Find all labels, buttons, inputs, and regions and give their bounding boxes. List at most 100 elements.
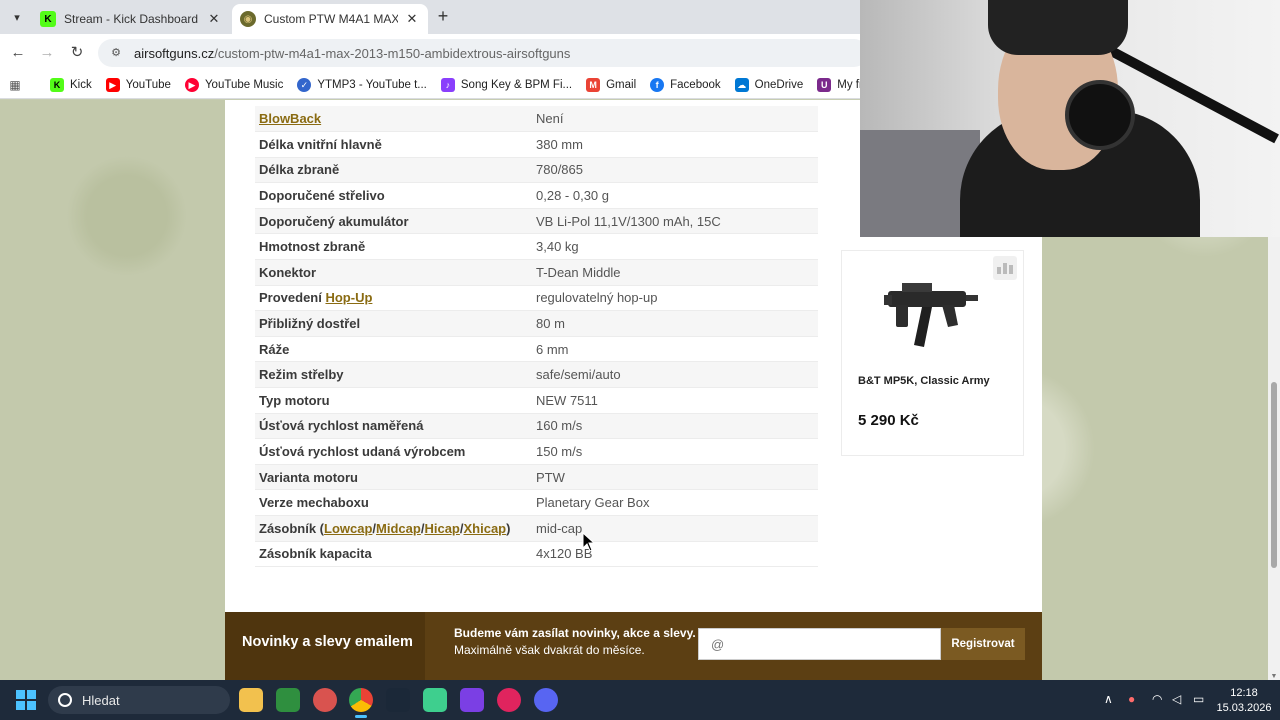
- steam-icon[interactable]: [386, 688, 410, 712]
- back-arrow-icon[interactable]: ←: [7, 42, 29, 64]
- ulozto-icon: U: [817, 77, 832, 92]
- param-key: Hmotnost zbraně: [255, 233, 532, 261]
- bookmark-label: YTMP3 - YouTube t...: [317, 78, 427, 91]
- close-icon[interactable]: ✕: [404, 11, 420, 27]
- compare-chart-icon[interactable]: [993, 256, 1017, 280]
- bookmark-facebook[interactable]: f Facebook: [650, 77, 721, 92]
- table-row: Verze mechaboxu Planetary Gear Box: [255, 489, 818, 516]
- newsletter-email-input[interactable]: [698, 628, 941, 660]
- chrome-icon[interactable]: [349, 688, 373, 718]
- battery-icon[interactable]: ▭: [1193, 692, 1204, 706]
- register-button[interactable]: Registrovat: [941, 628, 1025, 660]
- param-key: BlowBack: [255, 106, 532, 133]
- param-value: 150 m/s: [532, 438, 818, 465]
- microphone: [1065, 80, 1135, 150]
- spreadsheet-app-icon[interactable]: [423, 688, 447, 712]
- airsoftguns-icon: ◉: [240, 11, 256, 27]
- browser-toolbar: ← → ↻ ⚙ airsoftguns.cz/custom-ptw-m4a1-m…: [0, 34, 868, 71]
- table-row: Zásobník (Lowcap/Midcap/Hicap/Xhicap) mi…: [255, 515, 818, 542]
- hop-up-link[interactable]: Hop-Up: [325, 290, 372, 305]
- game-app-icon[interactable]: [276, 688, 300, 712]
- table-row: Provedení Hop-Up regulovatelný hop-up: [255, 285, 818, 312]
- site-info-icon[interactable]: ⚙: [108, 45, 124, 61]
- table-row: Délka zbraně 780/865: [255, 157, 818, 184]
- param-value: 4x120 BB: [532, 541, 818, 568]
- bookmark-ytmp3[interactable]: ✓ YTMP3 - YouTube t...: [297, 77, 427, 92]
- ytmp3-icon: ✓: [297, 77, 312, 92]
- mouse-cursor-icon: [582, 532, 596, 552]
- reload-icon[interactable]: ↻: [66, 42, 88, 64]
- volume-icon[interactable]: ◁: [1172, 692, 1181, 706]
- bookmark-onedrive[interactable]: ☁ OneDrive: [734, 77, 803, 92]
- close-icon[interactable]: ✕: [206, 11, 222, 27]
- bookmark-label: Facebook: [670, 78, 721, 91]
- bookmark-song-key[interactable]: ♪ Song Key & BPM Fi...: [440, 77, 572, 92]
- taskbar-clock[interactable]: 12:18 15.03.2026: [1214, 686, 1274, 716]
- microphone-icon[interactable]: ●: [1128, 692, 1135, 706]
- related-product-card[interactable]: B&T MP5K, Classic Army 5 290 Kč: [841, 250, 1024, 456]
- param-key: Doporučené střelivo: [255, 182, 532, 209]
- tray-chevron-icon[interactable]: ∧: [1104, 692, 1113, 706]
- apps-button[interactable]: ▦: [8, 78, 36, 92]
- param-value: PTW: [532, 464, 818, 491]
- bookmark-gmail[interactable]: M Gmail: [586, 77, 636, 92]
- tab-airsoftguns[interactable]: ◉ Custom PTW M4A1 MAX 2013 ✕: [232, 4, 428, 34]
- blowback-link[interactable]: BlowBack: [259, 111, 321, 126]
- kick-icon: K: [40, 11, 56, 27]
- tab-title: Custom PTW M4A1 MAX 2013: [264, 12, 398, 26]
- midcap-link[interactable]: Midcap: [376, 521, 421, 536]
- address-bar[interactable]: ⚙ airsoftguns.cz/custom-ptw-m4a1-max-201…: [98, 39, 868, 67]
- screen-recorder-icon[interactable]: [313, 688, 337, 712]
- param-value: 780/865: [532, 157, 818, 184]
- bookmark-youtube[interactable]: ▶ YouTube: [105, 77, 171, 92]
- file-explorer-icon[interactable]: [239, 688, 263, 712]
- table-row: Úsťová rychlost udaná výrobcem 150 m/s: [255, 438, 818, 465]
- facebook-icon: f: [650, 77, 665, 92]
- tab-strip: ▾ K Stream - Kick Dashboard ✕ ◉ Custom P…: [0, 0, 860, 34]
- search-label: Hledat: [82, 692, 120, 708]
- newsletter-bar: Novinky a slevy emailem Budeme vám zasíl…: [225, 612, 1042, 680]
- product-name[interactable]: B&T MP5K, Classic Army: [858, 375, 990, 387]
- windows-start-icon[interactable]: [16, 690, 36, 710]
- param-value: NEW 7511: [532, 387, 818, 414]
- forward-arrow-icon[interactable]: →: [36, 42, 58, 64]
- xhicap-link[interactable]: Xhicap: [464, 521, 507, 536]
- new-tab-button[interactable]: +: [432, 6, 454, 28]
- table-row: Hmotnost zbraně 3,40 kg: [255, 233, 818, 261]
- scroll-thumb[interactable]: [1271, 382, 1277, 568]
- onedrive-icon: ☁: [734, 77, 749, 92]
- media-player-icon[interactable]: [497, 688, 521, 712]
- param-key-text: Provedení: [259, 290, 326, 306]
- newsletter-subtext: Maximálně však dvakrát do měsíce.: [454, 643, 645, 657]
- bookmark-kick[interactable]: K Kick: [50, 77, 92, 92]
- table-row: Typ motoru NEW 7511: [255, 387, 818, 414]
- tab-title: Stream - Kick Dashboard: [64, 12, 199, 26]
- wifi-icon[interactable]: ◠: [1152, 692, 1162, 706]
- url-path: /custom-ptw-m4a1-max-2013-m150-ambidextr…: [214, 45, 571, 61]
- tab-kick-dashboard[interactable]: K Stream - Kick Dashboard ✕: [32, 4, 230, 34]
- hicap-link[interactable]: Hicap: [424, 521, 459, 536]
- table-row: Délka vnitřní hlavně 380 mm: [255, 131, 818, 158]
- param-key-text: Zásobník (: [259, 520, 325, 536]
- scroll-down-icon[interactable]: ▼: [1270, 673, 1278, 680]
- bookmark-youtube-music[interactable]: ▶ YouTube Music: [184, 77, 283, 92]
- bookmark-ulozto[interactable]: U My files | Uloz.to Disk: [817, 77, 860, 92]
- video-editor-icon[interactable]: [460, 688, 484, 712]
- table-row: Úsťová rychlost naměřená 160 m/s: [255, 413, 818, 440]
- tab-search-button[interactable]: ▾: [6, 6, 28, 28]
- bookmarks-bar: ▦ K Kick ▶ YouTube ▶ YouTube Music ✓ YTMP3 -…: [0, 71, 860, 99]
- table-row: Doporučené střelivo 0,28 - 0,30 g: [255, 182, 818, 209]
- table-row: Doporučený akumulátor VB Li-Pol 11,1V/130…: [255, 208, 818, 235]
- discord-icon[interactable]: [534, 688, 558, 712]
- search-icon: [58, 693, 72, 707]
- taskbar-search[interactable]: Hledat: [48, 686, 230, 714]
- url-domain: airsoftguns.cz: [134, 45, 215, 61]
- lowcap-link[interactable]: Lowcap: [324, 521, 372, 536]
- bookmark-label: My files | Uloz.to Disk: [837, 78, 860, 91]
- newsletter-title: Novinky a slevy emailem: [242, 634, 413, 650]
- streamer-beanie: [988, 0, 1128, 55]
- mp5k-gun-image[interactable]: [882, 269, 982, 354]
- param-key: Zásobník kapacita: [255, 541, 532, 568]
- param-value: 160 m/s: [532, 413, 818, 440]
- bookmark-label: Kick: [70, 78, 92, 91]
